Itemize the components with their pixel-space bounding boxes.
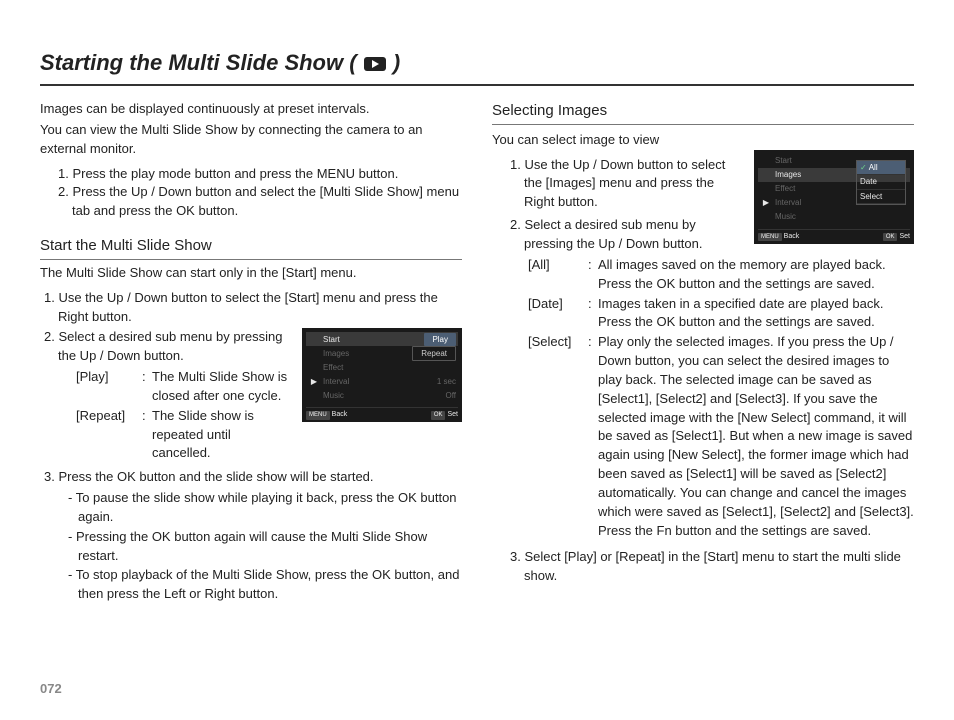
def-text: Play only the selected images. If you pr…	[598, 333, 914, 540]
menu-item: Interval	[775, 197, 801, 209]
ok-key: OK	[431, 411, 446, 420]
step: 3. Select [Play] or [Repeat] in the [Sta…	[506, 548, 914, 586]
step: 1. Use the Up / Down button to select th…	[40, 289, 462, 327]
footer-set: Set	[899, 233, 910, 240]
menu-value: Off	[445, 390, 456, 402]
dash-item: - To pause the slide show while playing …	[68, 489, 462, 527]
step: 1. Press the play mode button and press …	[54, 165, 462, 184]
top-steps: 1. Press the play mode button and press …	[40, 165, 462, 222]
menu-item: Music	[323, 390, 344, 402]
menu-item: Start	[775, 155, 792, 167]
right-column: Selecting Images You can select image to…	[492, 100, 914, 605]
menu-pill: Repeat	[412, 346, 456, 362]
playback-icon: ▶	[308, 376, 320, 388]
menu-item: Interval	[323, 376, 349, 388]
submenu-item: Select	[857, 190, 905, 205]
playback-icon: ▶	[760, 197, 772, 209]
dash-item: - To stop playback of the Multi Slide Sh…	[68, 566, 462, 604]
title-text-prefix: Starting the Multi Slide Show (	[40, 50, 357, 75]
def-text: All images saved on the memory are playe…	[598, 256, 914, 294]
subheading-start: Start the Multi Slide Show	[40, 235, 462, 260]
footer-set: Set	[447, 411, 458, 418]
menu-value: 1 sec	[437, 376, 456, 388]
def-label: [All]	[528, 256, 588, 294]
subheading-selecting: Selecting Images	[492, 100, 914, 125]
step: 3. Press the OK button and the slide sho…	[40, 468, 462, 487]
footer-back: Back	[784, 233, 800, 240]
menu-item: Effect	[323, 362, 343, 374]
submenu-item: All	[869, 163, 878, 172]
page-number: 072	[40, 681, 62, 696]
camera-ui-images: Start Images Effect ▶Interval Music ✓All…	[754, 150, 914, 244]
body-intro: The Multi Slide Show can start only in t…	[40, 264, 462, 283]
submenu: ✓All Date Select	[856, 160, 906, 206]
step: 2. Press the Up / Down button and select…	[54, 183, 462, 221]
definition-list: [All]:All images saved on the memory are…	[528, 256, 914, 541]
camera-ui-start: Start Play Images Repeat Effect ▶Interva…	[302, 328, 462, 422]
intro-line: You can view the Multi Slide Show by con…	[40, 121, 462, 159]
footer-back: Back	[332, 411, 348, 418]
intro-line: You can select image to view	[492, 131, 914, 150]
title-text-suffix: )	[393, 50, 400, 75]
intro-block: Images can be displayed continuously at …	[40, 100, 462, 159]
menu-item: Images	[323, 348, 349, 360]
def-text: Images taken in a specified date are pla…	[598, 295, 914, 333]
menu-item: Effect	[775, 183, 795, 195]
intro-line: Images can be displayed continuously at …	[40, 100, 462, 119]
ok-key: OK	[883, 233, 898, 242]
def-text: The Multi Slide Show is closed after one…	[152, 368, 292, 406]
menu-key: MENU	[758, 233, 782, 242]
menu-item: Images	[775, 169, 801, 181]
play-icon	[363, 52, 387, 78]
menu-item: Music	[775, 211, 796, 223]
menu-pill: Play	[424, 333, 456, 347]
page-title: Starting the Multi Slide Show ( )	[40, 50, 914, 86]
dash-list: - To pause the slide show while playing …	[68, 489, 462, 604]
start-body: The Multi Slide Show can start only in t…	[40, 264, 462, 604]
menu-item: Start	[323, 334, 340, 346]
def-label: [Repeat]	[76, 407, 142, 464]
check-icon: ✓	[860, 163, 867, 172]
dash-item: - Pressing the OK button again will caus…	[68, 528, 462, 566]
def-text: The Slide show is repeated until cancell…	[152, 407, 292, 464]
def-label: [Date]	[528, 295, 588, 333]
menu-key: MENU	[306, 411, 330, 420]
def-label: [Play]	[76, 368, 142, 406]
submenu-item: Date	[857, 175, 905, 190]
left-column: Images can be displayed continuously at …	[40, 100, 462, 605]
def-label: [Select]	[528, 333, 588, 540]
